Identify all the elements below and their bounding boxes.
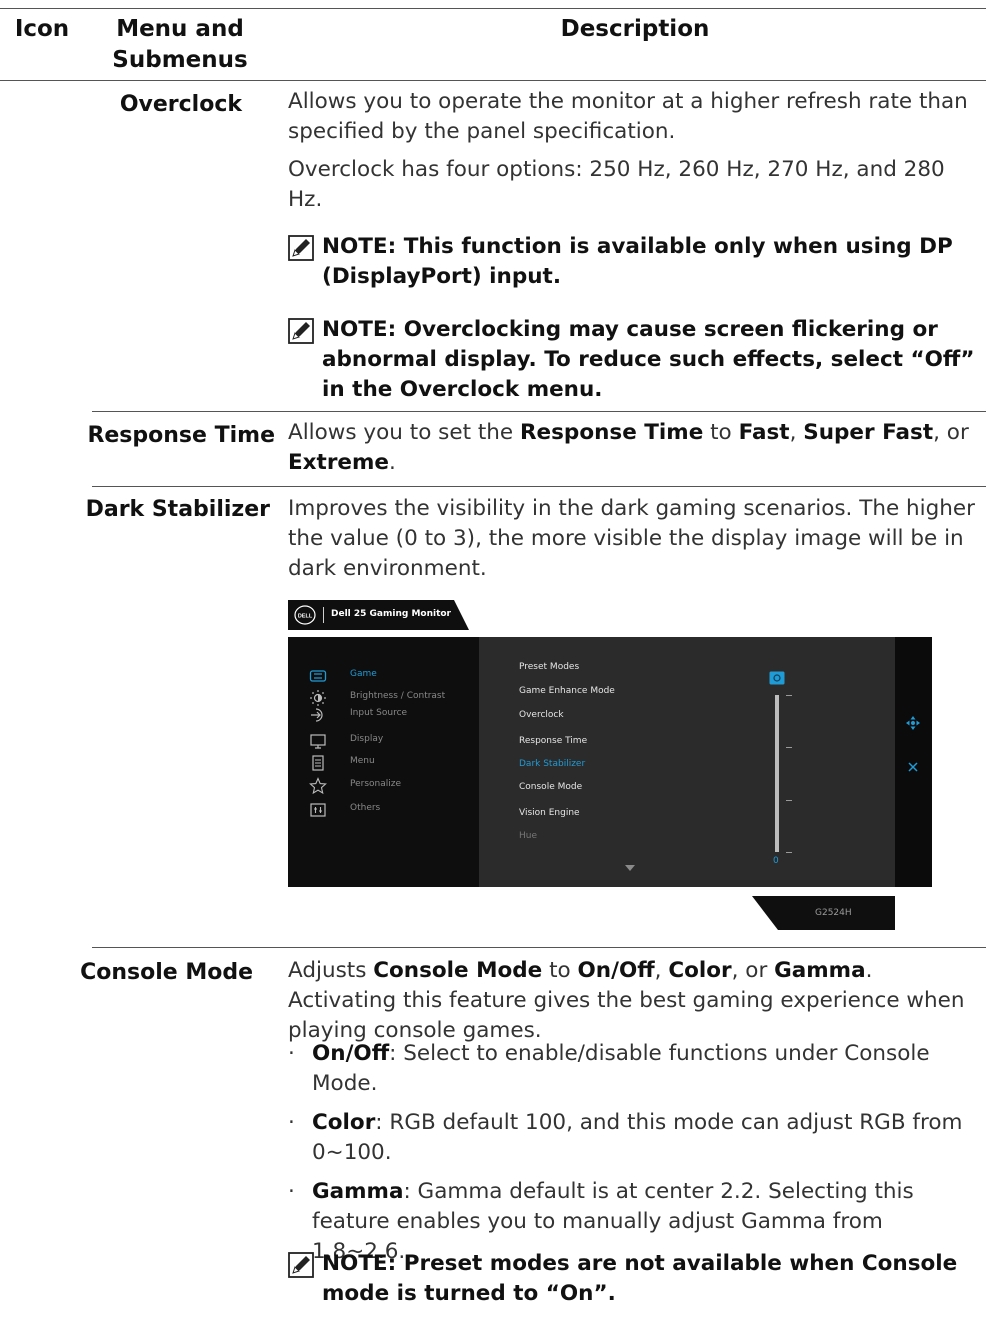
note-pencil-icon: [288, 318, 314, 344]
osd-slider-track[interactable]: [775, 695, 779, 852]
osd-menu-label: Menu: [350, 756, 375, 766]
display-icon: [310, 734, 326, 749]
dark-stabilizer-description: Improves the visibility in the dark gami…: [288, 496, 975, 581]
game-icon: [309, 670, 327, 682]
osd-menu-label: Personalize: [350, 779, 402, 789]
osd-main-menu: Game Brightness / Contrast Input Source …: [288, 637, 479, 887]
note-pencil-icon: [288, 235, 314, 261]
close-icon[interactable]: [908, 762, 918, 772]
row-rule: [92, 411, 986, 412]
bullet-dot: ·: [288, 1041, 295, 1066]
menu-overclock: Overclock: [119, 92, 242, 117]
osd-submenu-item[interactable]: Game Enhance Mode: [519, 686, 615, 696]
header-description: Description: [560, 16, 710, 42]
osd-slider-value: 0: [773, 856, 779, 866]
table-top-rule: [0, 8, 986, 9]
slider-tick: [786, 747, 792, 748]
osd-submenu-item[interactable]: Overclock: [519, 710, 564, 720]
note-pencil-icon: [288, 1252, 314, 1278]
overclock-options: Overclock has four options: 250 Hz, 260 …: [288, 157, 945, 212]
brightness-icon: [310, 690, 326, 706]
console-bullet-onoff: · On/Off: Select to enable/disable funct…: [288, 1041, 930, 1096]
note-text: NOTE: This function is available only wh…: [322, 234, 953, 289]
menu-console-mode: Console Mode: [80, 960, 253, 985]
menu-dark-stabilizer: Dark Stabilizer: [85, 497, 270, 522]
overclock-note-flicker: NOTE: Overclocking may cause screen flic…: [288, 315, 982, 405]
osd-model-name: G2524H: [815, 908, 852, 918]
scroll-down-arrow-icon[interactable]: [625, 865, 635, 871]
console-bullet-color: · Color: RGB default 100, and this mode …: [288, 1110, 963, 1165]
header-rule: [0, 80, 986, 81]
star-icon: [309, 777, 327, 795]
osd-brand-logo: DELL: [298, 614, 313, 620]
overclock-description: Allows you to operate the monitor at a h…: [288, 89, 968, 144]
osd-menu-label: Display: [350, 734, 384, 744]
osd-menu-label: Others: [350, 803, 381, 813]
note-text: NOTE: Overclocking may cause screen flic…: [322, 317, 975, 402]
osd-screen: Game Brightness / Contrast Input Source …: [288, 637, 932, 887]
joystick-icon[interactable]: [906, 716, 920, 730]
header-icon: Icon: [14, 16, 70, 42]
menu-response-time: Response Time: [87, 423, 275, 448]
bullet-dot: ·: [288, 1110, 295, 1135]
slider-tick: [786, 800, 792, 801]
osd-submenu-item[interactable]: Response Time: [519, 736, 587, 746]
osd-submenu-item[interactable]: Vision Engine: [519, 808, 580, 818]
osd-submenu-item[interactable]: Preset Modes: [519, 662, 579, 672]
header-menu: Menu and Submenus: [112, 16, 248, 73]
osd-submenu-item[interactable]: Console Mode: [519, 782, 582, 792]
osd-menu-label: Input Source: [350, 708, 408, 718]
dark-stabilizer-icon: [769, 671, 785, 685]
slider-tick: [786, 695, 792, 696]
bullet-dot: ·: [288, 1179, 295, 1204]
osd-menu-label: Game: [350, 669, 377, 679]
osd-title: Dell 25 Gaming Monitor: [331, 609, 451, 619]
console-mode-description: Adjusts Console Mode to On/Off, Color, o…: [288, 958, 965, 1043]
overclock-note-dp: NOTE: This function is available only wh…: [288, 232, 982, 292]
input-source-icon: [311, 708, 323, 722]
menu-icon: [312, 755, 324, 771]
row-rule: [92, 947, 986, 948]
osd-menu-label: Brightness / Contrast: [350, 691, 446, 701]
row-rule: [92, 486, 986, 487]
others-icon: [310, 803, 326, 817]
osd-submenu-item-disabled: Hue: [519, 831, 538, 841]
note-text: NOTE: Preset modes are not available whe…: [322, 1251, 958, 1306]
slider-tick: [786, 852, 792, 853]
console-mode-note: NOTE: Preset modes are not available whe…: [288, 1249, 982, 1309]
response-time-description: Allows you to set the Response Time to F…: [288, 420, 969, 475]
osd-submenu-item-selected[interactable]: Dark Stabilizer: [519, 759, 585, 769]
